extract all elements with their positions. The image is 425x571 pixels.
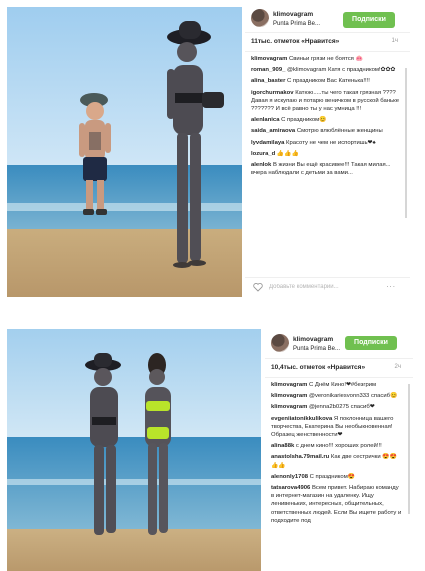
post-meta: 10,4тыс. отметок «Нравится» 2ч <box>265 359 413 378</box>
location-link[interactable]: Punta Prima Be... <box>293 346 340 352</box>
comment: lyvdamilaya Красоту не чем не испортишь❤… <box>251 139 400 147</box>
comment: alina_baster С праздником Вас Катенька!!… <box>251 77 400 85</box>
username[interactable]: klimovagram <box>273 11 313 18</box>
comment: klimovagram @jenna2b0275 спасиб❤ <box>271 403 403 411</box>
comment-text: Свиньи грязи не боятся 🐽 <box>288 56 363 62</box>
comment: tatsarova4906 Всем привет. Набираю коман… <box>271 484 403 525</box>
comment: saida_amiraova Смотрю влюблённые женщины <box>251 127 400 135</box>
username[interactable]: klimovagram <box>293 336 333 343</box>
comment-text: с днем кино!!! хороших ролей!!! <box>295 443 382 450</box>
comment-user[interactable]: tatsarova4906 <box>271 485 310 491</box>
comment: anastolsha.79mail.ru Как две сестрички 😍… <box>271 453 403 469</box>
post-sidebar: klimovagram Punta Prima Be... Подписки 1… <box>245 0 410 300</box>
add-comment-input[interactable] <box>269 282 379 292</box>
comment: igorchurmakov Катюю.....ты чего такая гр… <box>251 89 400 114</box>
comment-text: В жизни Вы ещё красивее!!! Такая милая..… <box>251 162 391 177</box>
comment-user[interactable]: lyvdamilaya <box>251 140 284 146</box>
beach-photo-2 <box>7 329 261 571</box>
comment-user[interactable]: klimovagram <box>271 393 307 399</box>
comment: klimovagram Свиньи грязи не боятся 🐽 <box>251 55 400 63</box>
post-header: klimovagram Punta Prima Be... Подписки <box>245 0 410 33</box>
post-photo-beach-two-women[interactable] <box>7 329 261 571</box>
comment: alina88k с днем кино!!! хороших ролей!!! <box>271 442 403 450</box>
comment-user[interactable]: roman_909_ <box>251 67 285 73</box>
comment: klimovagram С Днём Кино!❤#безгрим <box>271 381 403 389</box>
comment-user[interactable]: igorchurmakov <box>251 90 294 96</box>
avatar[interactable] <box>271 334 289 352</box>
follow-button[interactable]: Подписки <box>343 12 395 28</box>
comment-text: Смотрю влюблённые женщины <box>296 128 383 135</box>
comment-text: С праздником😊 <box>281 117 327 124</box>
comment-user[interactable]: alina88k <box>271 443 294 449</box>
comment: lozura_d 👍👍👍 <box>251 150 400 158</box>
comment-user[interactable]: anastolsha.79mail.ru <box>271 454 329 460</box>
comments-scrollbar[interactable] <box>408 384 410 514</box>
comments-scrollbar[interactable] <box>405 68 407 218</box>
heart-icon[interactable] <box>253 282 263 292</box>
likes-count[interactable]: 11тыс. отметок «Нравится» <box>251 38 339 45</box>
comment-user[interactable]: alenlanica <box>251 117 280 123</box>
post-header: klimovagram Punta Prima Be... Подписки <box>265 326 413 359</box>
comment: alenlanica С праздником😊 <box>251 116 400 124</box>
location-link[interactable]: Punta Prima Be... <box>273 21 320 27</box>
comment-text: 👍👍👍 <box>276 150 299 157</box>
comments-list: klimovagram Свиньи грязи не боятся 🐽 rom… <box>245 52 410 259</box>
comment-user[interactable]: saida_amiraova <box>251 128 295 134</box>
comment-user[interactable]: alina_baster <box>251 78 285 84</box>
post-sidebar: klimovagram Punta Prima Be... Подписки 1… <box>265 326 413 571</box>
post-meta: 11тыс. отметок «Нравится» 1ч <box>245 33 410 52</box>
comment-user[interactable]: alenlok <box>251 162 271 168</box>
comment: klimovagram @veronikariesvonn333 спасиб😊 <box>271 392 403 400</box>
comment-user[interactable]: klimovagram <box>271 382 307 388</box>
more-options-icon[interactable]: ... <box>386 280 396 289</box>
beach-photo-1 <box>7 7 242 297</box>
comment: evgeniiatonikkulikova Я поклонница вашег… <box>271 415 403 440</box>
comment: alenonly1708 С праздником😍 <box>271 473 403 481</box>
comment-text: Красоту не чем не испортишь❤♠ <box>286 139 376 146</box>
comment-user[interactable]: klimovagram <box>251 56 287 62</box>
comment-user[interactable]: evgeniiatonikkulikova <box>271 416 332 422</box>
comment: alenlok В жизни Вы ещё красивее!!! Такая… <box>251 161 400 177</box>
comment-bar: ... <box>245 277 410 296</box>
post-time: 1ч <box>391 38 398 44</box>
comment-text: С праздником😍 <box>309 473 356 480</box>
comments-list: klimovagram С Днём Кино!❤#безгрим klimov… <box>265 378 413 571</box>
comment-text: @jenna2b0275 спасиб❤ <box>308 404 375 411</box>
comment-text: @veronikariesvonn333 спасиб😊 <box>308 393 398 400</box>
comment-text: С Днём Кино!❤#безгрим <box>308 382 377 388</box>
instagram-post-2: klimovagram Punta Prima Be... Подписки 1… <box>0 326 425 571</box>
follow-button[interactable]: Подписки <box>345 336 397 350</box>
comment: roman_909_ @klimovagram Катя с празднико… <box>251 66 400 74</box>
comment-user[interactable]: klimovagram <box>271 404 307 410</box>
comment-text: С праздником Вас Катенька!!!! <box>287 78 370 85</box>
avatar[interactable] <box>251 9 269 27</box>
post-photo-beach-mother-son[interactable] <box>7 7 242 297</box>
comment-user[interactable]: alenonly1708 <box>271 474 308 480</box>
likes-count[interactable]: 10,4тыс. отметок «Нравится» <box>271 364 365 371</box>
post-time: 2ч <box>394 364 401 370</box>
instagram-post-1: klimovagram Punta Prima Be... Подписки 1… <box>0 0 425 300</box>
comment-text: @klimovagram Катя с праздником!✿✿✿ <box>287 67 396 74</box>
comment-user[interactable]: lozura_d <box>251 151 275 157</box>
